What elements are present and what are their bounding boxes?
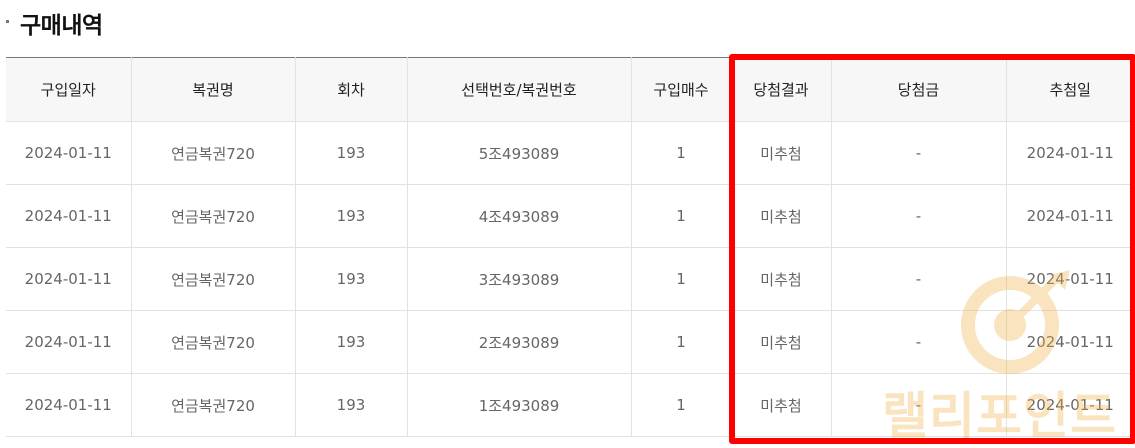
cell-quantity: 1	[630, 184, 732, 248]
header-prize: 당첨금	[830, 57, 1007, 122]
header-quantity: 구입매수	[630, 57, 732, 122]
cell-purchase-date: 2024-01-11	[6, 121, 132, 185]
cell-lottery-name: 연금복권720	[130, 310, 296, 374]
table-row: 2024-01-11 연금복권720 193 3조493089 1 미추첨 - …	[6, 247, 1134, 311]
header-round: 회차	[294, 57, 408, 122]
cell-round: 193	[294, 184, 408, 248]
purchase-history-table: 구입일자 복권명 회차 선택번호/복권번호 구입매수 당첨결과 당첨금 추첨일 …	[6, 57, 1134, 437]
cell-ticket-number: 1조493089	[406, 373, 632, 437]
cell-ticket-number: 5조493089	[406, 121, 632, 185]
page-title: 구매내역	[20, 13, 103, 39]
cell-quantity: 1	[630, 121, 732, 185]
cell-ticket-number: 4조493089	[406, 184, 632, 248]
cell-draw-date: 2024-01-11	[1005, 373, 1134, 437]
cell-lottery-name: 연금복권720	[130, 121, 296, 185]
table-row: 2024-01-11 연금복권720 193 2조493089 1 미추첨 - …	[6, 310, 1134, 374]
cell-prize: -	[830, 184, 1007, 248]
table-header-row: 구입일자 복권명 회차 선택번호/복권번호 구입매수 당첨결과 당첨금 추첨일	[6, 57, 1134, 122]
cell-result: 미추첨	[730, 310, 832, 374]
cell-purchase-date: 2024-01-11	[6, 184, 132, 248]
cell-lottery-name: 연금복권720	[130, 373, 296, 437]
header-purchase-date: 구입일자	[6, 57, 132, 122]
cell-purchase-date: 2024-01-11	[6, 310, 132, 374]
cell-draw-date: 2024-01-11	[1005, 247, 1134, 311]
header-result: 당첨결과	[730, 57, 832, 122]
cell-round: 193	[294, 121, 408, 185]
cell-quantity: 1	[630, 247, 732, 311]
cell-quantity: 1	[630, 373, 732, 437]
cell-result: 미추첨	[730, 247, 832, 311]
cell-draw-date: 2024-01-11	[1005, 184, 1134, 248]
cell-lottery-name: 연금복권720	[130, 184, 296, 248]
cell-ticket-number: 3조493089	[406, 247, 632, 311]
cell-round: 193	[294, 373, 408, 437]
cell-draw-date: 2024-01-11	[1005, 121, 1134, 185]
cell-result: 미추첨	[730, 373, 832, 437]
cell-prize: -	[830, 121, 1007, 185]
cell-lottery-name: 연금복권720	[130, 247, 296, 311]
cell-purchase-date: 2024-01-11	[6, 247, 132, 311]
cell-result: 미추첨	[730, 184, 832, 248]
header-ticket-number: 선택번호/복권번호	[406, 57, 632, 122]
cell-ticket-number: 2조493089	[406, 310, 632, 374]
cell-prize: -	[830, 247, 1007, 311]
cell-round: 193	[294, 310, 408, 374]
table-row: 2024-01-11 연금복권720 193 5조493089 1 미추첨 - …	[6, 121, 1134, 185]
title-bullet	[6, 20, 9, 23]
cell-result: 미추첨	[730, 121, 832, 185]
cell-draw-date: 2024-01-11	[1005, 310, 1134, 374]
table-row: 2024-01-11 연금복권720 193 1조493089 1 미추첨 - …	[6, 373, 1134, 437]
cell-purchase-date: 2024-01-11	[6, 373, 132, 437]
header-lottery-name: 복권명	[130, 57, 296, 122]
cell-prize: -	[830, 373, 1007, 437]
cell-prize: -	[830, 310, 1007, 374]
cell-quantity: 1	[630, 310, 732, 374]
cell-round: 193	[294, 247, 408, 311]
table-row: 2024-01-11 연금복권720 193 4조493089 1 미추첨 - …	[6, 184, 1134, 248]
header-draw-date: 추첨일	[1005, 57, 1134, 122]
